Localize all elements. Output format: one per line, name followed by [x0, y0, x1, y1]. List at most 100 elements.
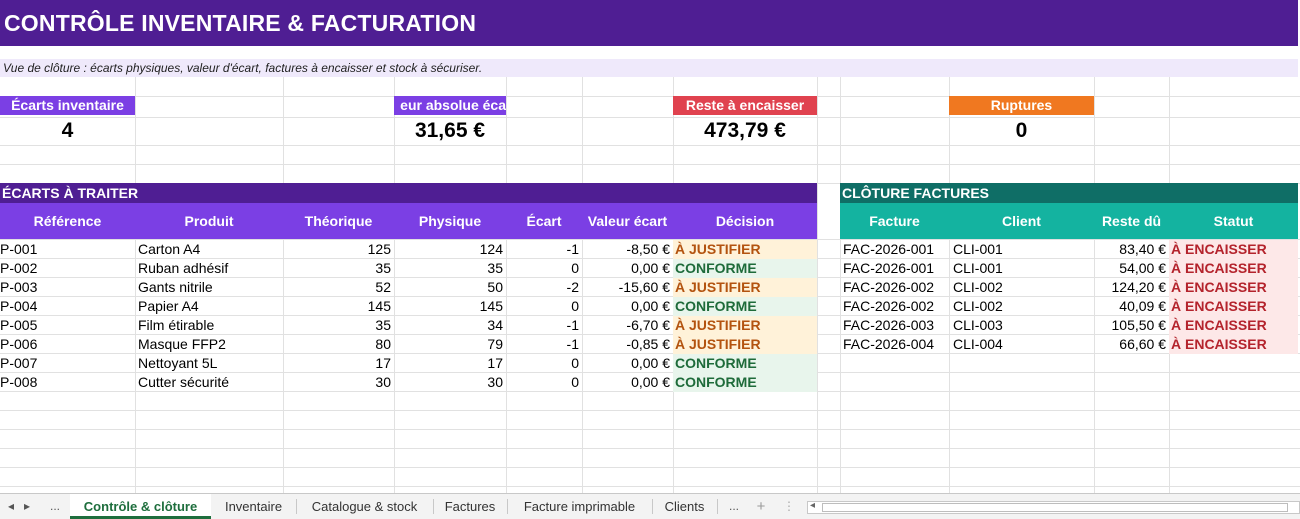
gap-cell[interactable]: -1 [506, 316, 582, 335]
invoice-cell[interactable]: FAC-2026-001 [843, 240, 949, 259]
scroll-left-icon[interactable]: ◂ [810, 500, 815, 511]
product-cell[interactable]: Gants nitrile [138, 278, 283, 297]
physical-cell[interactable]: 34 [394, 316, 506, 335]
physical-cell[interactable]: 17 [394, 354, 506, 373]
status-badge[interactable]: À ENCAISSER [1169, 259, 1298, 278]
status-badge[interactable]: À ENCAISSER [1169, 278, 1298, 297]
physical-cell[interactable]: 50 [394, 278, 506, 297]
invoice-cell[interactable]: FAC-2026-002 [843, 297, 949, 316]
gap-cell[interactable]: 0 [506, 373, 582, 392]
invoice-cell[interactable]: FAC-2026-001 [843, 259, 949, 278]
status-badge[interactable]: À ENCAISSER [1169, 240, 1298, 259]
theoretical-cell[interactable]: 52 [283, 278, 394, 297]
gap-value-cell[interactable]: 0,00 € [582, 259, 673, 278]
decision-badge[interactable]: CONFORME [673, 297, 817, 316]
table-row: FAC-2026-003 CLI-003 105,50 € À ENCAISSER [840, 316, 1298, 335]
sheet-tab[interactable]: Clients [652, 494, 717, 519]
add-sheet-icon[interactable]: + [752, 494, 770, 519]
physical-cell[interactable]: 145 [394, 297, 506, 316]
gap-value-cell[interactable]: -0,85 € [582, 335, 673, 354]
client-cell[interactable]: CLI-001 [953, 259, 1094, 278]
product-cell[interactable]: Carton A4 [138, 240, 283, 259]
sheet-tab-bar: ◂ ▸ ... Contrôle & clôture Inventaire Cata… [0, 493, 1300, 519]
client-cell[interactable]: CLI-002 [953, 297, 1094, 316]
more-sheets-right-button[interactable]: ... [721, 494, 747, 519]
product-cell[interactable]: Film étirable [138, 316, 283, 335]
gap-cell[interactable]: 0 [506, 297, 582, 316]
decision-badge[interactable]: À JUSTIFIER [673, 278, 817, 297]
gap-value-cell[interactable]: 0,00 € [582, 373, 673, 392]
remaining-due-cell[interactable]: 83,40 € [1094, 240, 1169, 259]
status-badge[interactable]: À ENCAISSER [1169, 316, 1298, 335]
remaining-due-cell[interactable]: 54,00 € [1094, 259, 1169, 278]
table-row: P-004 Papier A4 145 145 0 0,00 € CONFORME [0, 297, 817, 316]
physical-cell[interactable]: 30 [394, 373, 506, 392]
client-cell[interactable]: CLI-001 [953, 240, 1094, 259]
sheet-tab[interactable]: Factures [433, 494, 507, 519]
remaining-due-cell[interactable]: 40,09 € [1094, 297, 1169, 316]
sheet-tab[interactable]: Catalogue & stock [296, 494, 433, 519]
physical-cell[interactable]: 35 [394, 259, 506, 278]
grid-row-line [0, 467, 1300, 468]
invoice-cell[interactable]: FAC-2026-003 [843, 316, 949, 335]
remaining-due-cell[interactable]: 105,50 € [1094, 316, 1169, 335]
sheet-tab[interactable]: Contrôle & clôture [70, 494, 211, 519]
horizontal-scrollbar[interactable]: ◂ [807, 500, 1300, 514]
theoretical-cell[interactable]: 17 [283, 354, 394, 373]
client-cell[interactable]: CLI-003 [953, 316, 1094, 335]
remaining-due-cell[interactable]: 124,20 € [1094, 278, 1169, 297]
more-sheets-left-button[interactable]: ... [42, 494, 68, 519]
invoice-cell[interactable]: FAC-2026-004 [843, 335, 949, 354]
client-cell[interactable]: CLI-002 [953, 278, 1094, 297]
theoretical-cell[interactable]: 80 [283, 335, 394, 354]
theoretical-cell[interactable]: 145 [283, 297, 394, 316]
decision-badge[interactable]: CONFORME [673, 373, 817, 392]
decision-badge[interactable]: À JUSTIFIER [673, 240, 817, 259]
gap-value-cell[interactable]: -6,70 € [582, 316, 673, 335]
ref-cell[interactable]: P-005 [0, 316, 135, 335]
remaining-due-cell[interactable]: 66,60 € [1094, 335, 1169, 354]
decision-badge[interactable]: À JUSTIFIER [673, 316, 817, 335]
product-cell[interactable]: Papier A4 [138, 297, 283, 316]
status-badge[interactable]: À ENCAISSER [1169, 297, 1298, 316]
theoretical-cell[interactable]: 125 [283, 240, 394, 259]
ref-cell[interactable]: P-003 [0, 278, 135, 297]
product-cell[interactable]: Masque FFP2 [138, 335, 283, 354]
ref-cell[interactable]: P-004 [0, 297, 135, 316]
ecarts-header-cell: Valeur écart [587, 213, 668, 229]
invoice-cell[interactable]: FAC-2026-002 [843, 278, 949, 297]
tab-separator [717, 499, 718, 514]
physical-cell[interactable]: 79 [394, 335, 506, 354]
theoretical-cell[interactable]: 35 [283, 259, 394, 278]
gap-cell[interactable]: 0 [506, 259, 582, 278]
decision-badge[interactable]: À JUSTIFIER [673, 335, 817, 354]
gap-cell[interactable]: -2 [506, 278, 582, 297]
ref-cell[interactable]: P-008 [0, 373, 135, 392]
gap-cell[interactable]: 0 [506, 354, 582, 373]
tab-bar-splitter-icon[interactable]: ⋮ [782, 494, 796, 519]
gap-cell[interactable]: -1 [506, 240, 582, 259]
theoretical-cell[interactable]: 35 [283, 316, 394, 335]
decision-badge[interactable]: CONFORME [673, 354, 817, 373]
ref-cell[interactable]: P-006 [0, 335, 135, 354]
sheet-tab[interactable]: Facture imprimable [507, 494, 652, 519]
theoretical-cell[interactable]: 30 [283, 373, 394, 392]
decision-badge[interactable]: CONFORME [673, 259, 817, 278]
sheet-tab[interactable]: Inventaire [211, 494, 296, 519]
next-sheet-icon[interactable]: ▸ [18, 494, 36, 519]
product-cell[interactable]: Ruban adhésif [138, 259, 283, 278]
client-cell[interactable]: CLI-004 [953, 335, 1094, 354]
gap-value-cell[interactable]: 0,00 € [582, 354, 673, 373]
product-cell[interactable]: Cutter sécurité [138, 373, 283, 392]
scrollbar-thumb[interactable] [822, 503, 1288, 512]
ref-cell[interactable]: P-001 [0, 240, 135, 259]
status-badge[interactable]: À ENCAISSER [1169, 335, 1298, 354]
gap-value-cell[interactable]: -15,60 € [582, 278, 673, 297]
product-cell[interactable]: Nettoyant 5L [138, 354, 283, 373]
physical-cell[interactable]: 124 [394, 240, 506, 259]
ref-cell[interactable]: P-002 [0, 259, 135, 278]
gap-value-cell[interactable]: -8,50 € [582, 240, 673, 259]
ref-cell[interactable]: P-007 [0, 354, 135, 373]
gap-value-cell[interactable]: 0,00 € [582, 297, 673, 316]
gap-cell[interactable]: -1 [506, 335, 582, 354]
